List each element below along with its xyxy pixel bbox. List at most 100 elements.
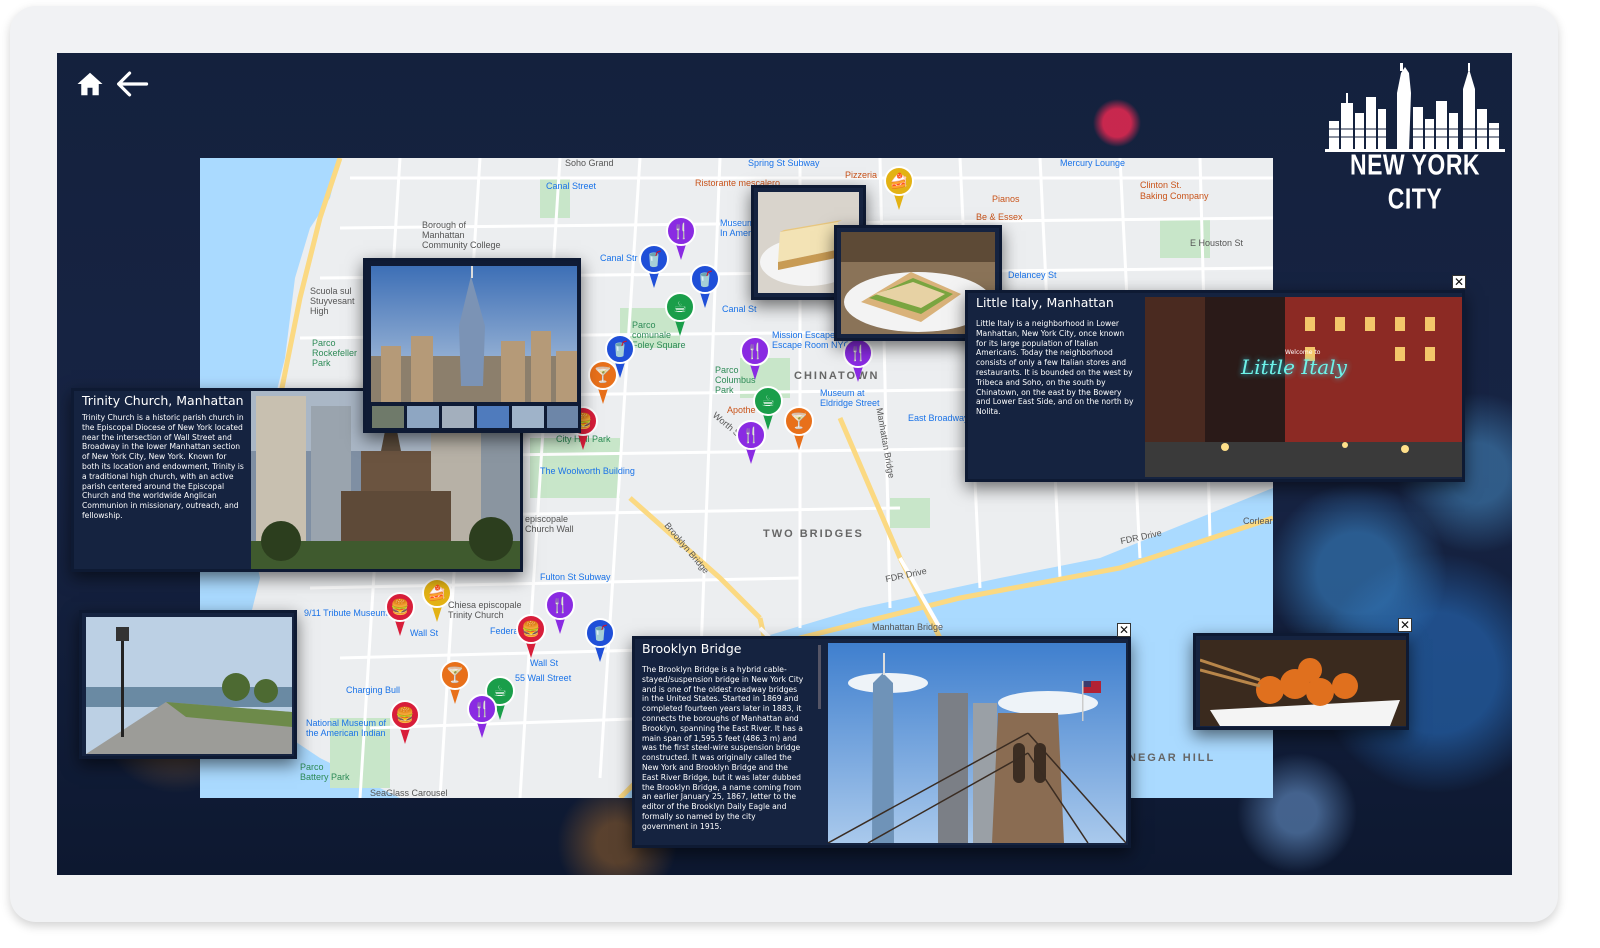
- pin-bar[interactable]: 🍸: [588, 360, 618, 406]
- map-label: Delancey St: [1008, 270, 1057, 280]
- burger-icon: 🍔: [395, 706, 415, 724]
- photo-thumbnail[interactable]: [371, 405, 405, 429]
- map-label: Manhattan Bridge: [872, 622, 944, 632]
- restaurant-icon: 🍴: [745, 342, 765, 360]
- dessert-icon: 🍰: [427, 584, 447, 602]
- map-label: Corlears Ho: [1243, 516, 1273, 526]
- map-label: Baking Company: [1140, 191, 1209, 201]
- restaurant-icon: 🍴: [472, 700, 492, 718]
- map-label: Scuola sul Stuyvesant High: [310, 286, 355, 316]
- restaurant-icon: 🍴: [671, 222, 691, 240]
- close-icon[interactable]: ✕: [1452, 275, 1466, 289]
- description-scrollbar[interactable]: [818, 645, 821, 709]
- dessert-icon: 🍰: [889, 172, 909, 190]
- cafe-icon: ☕: [761, 392, 775, 410]
- photo-thumbnail[interactable]: [476, 405, 510, 429]
- map-label: Spring St Subway: [748, 158, 820, 168]
- map-label: Be & Essex: [976, 212, 1023, 222]
- map-label: Canal Str: [600, 253, 638, 263]
- map-label: Mercury Lounge: [1060, 158, 1126, 168]
- arrow-left-icon[interactable]: [115, 69, 149, 103]
- home-icon[interactable]: [75, 69, 109, 103]
- pin-bar[interactable]: 🍸: [784, 406, 814, 452]
- pin-restaurant[interactable]: 🍴: [736, 420, 766, 466]
- battery-park-photo-panel[interactable]: [79, 610, 297, 759]
- pin-burger[interactable]: 🍔: [390, 700, 420, 746]
- close-icon[interactable]: ✕: [1398, 618, 1412, 632]
- panel-description: Little Italy is a neighborhood in Lower …: [976, 319, 1134, 417]
- pin-fastfood[interactable]: 🥤: [585, 618, 615, 664]
- map-label: 55 Wall Street: [515, 673, 572, 683]
- map-label: Charging Bull: [346, 685, 401, 695]
- pin-dessert[interactable]: 🍰: [884, 166, 914, 212]
- bar-icon: 🍸: [445, 666, 465, 684]
- little-italy-panel[interactable]: Little Italy, Manhattan Little Italy is …: [965, 290, 1465, 482]
- restaurant-icon: 🍴: [848, 344, 868, 362]
- pin-restaurant[interactable]: 🍴: [666, 216, 696, 262]
- map-label: Museum at Eldridge Street: [820, 388, 880, 408]
- restaurant-icon: 🍴: [550, 596, 570, 614]
- map-label: Pizzeria: [845, 170, 878, 180]
- panel-description: Trinity Church is a historic parish chur…: [82, 413, 244, 520]
- skyline-icon: [1325, 63, 1505, 152]
- map-label: Canal St: [722, 304, 757, 314]
- photo-thumbnail[interactable]: [546, 405, 578, 429]
- map-label: Soho Grand: [565, 158, 614, 168]
- pin-restaurant[interactable]: 🍴: [740, 336, 770, 382]
- little-italy-photo: Little Italy Welcome to: [1145, 297, 1462, 477]
- pin-bar[interactable]: 🍸: [440, 660, 470, 706]
- fastfood-icon: 🥤: [644, 250, 664, 268]
- pin-burger[interactable]: 🍔: [516, 614, 546, 660]
- map-label: Parco Rockefeller Park: [312, 338, 358, 368]
- pin-dessert[interactable]: 🍰: [422, 578, 452, 624]
- pin-fastfood[interactable]: 🥤: [639, 244, 669, 290]
- fastfood-icon: 🥤: [590, 624, 610, 642]
- photo-thumbnails: [371, 405, 578, 429]
- pin-restaurant[interactable]: 🍴: [545, 590, 575, 636]
- little-italy-sign-small: Welcome to: [1285, 349, 1321, 356]
- fastfood-icon: 🥤: [695, 270, 715, 288]
- panel-description: The Brooklyn Bridge is a hybrid cable-st…: [642, 665, 804, 831]
- orange-chicken-photo-panel[interactable]: [1193, 633, 1409, 730]
- panel-title: Trinity Church, Manhattan: [82, 393, 244, 408]
- one-world-trade-panel[interactable]: [363, 258, 581, 433]
- map-label: Fulton St Subway: [540, 572, 611, 582]
- pin-restaurant[interactable]: 🍴: [843, 338, 873, 384]
- brooklyn-bridge-panel[interactable]: Brooklyn Bridge The Brooklyn Bridge is a…: [632, 636, 1131, 848]
- bar-icon: 🍸: [593, 366, 613, 384]
- panel-title: Little Italy, Manhattan: [976, 295, 1114, 310]
- map-label: East Broadway: [908, 413, 969, 423]
- map-label: The Woolworth Building: [540, 466, 635, 476]
- map-label: 9/11 Tribute Museum: [304, 608, 388, 618]
- map-label: Borough of Manhattan Community College: [422, 220, 501, 250]
- app-screen: NEW YORK CITY Soho Grand Spring St Subwa…: [57, 53, 1512, 875]
- pin-cafe[interactable]: ☕: [665, 292, 695, 338]
- battery-park-photo: [86, 617, 292, 754]
- burger-icon: 🍔: [390, 598, 410, 616]
- photo-thumbnail[interactable]: [441, 405, 475, 429]
- map-label: E Houston St: [1190, 238, 1244, 248]
- map-label: National Museum of the American Indian: [306, 718, 387, 738]
- logo-title: NEW YORK CITY: [1349, 148, 1481, 215]
- map-label: TWO BRIDGES: [763, 528, 864, 540]
- pin-burger[interactable]: 🍔: [385, 592, 415, 638]
- pin-restaurant[interactable]: 🍴: [467, 694, 497, 740]
- map-label: SeaGlass Carousel: [370, 788, 448, 798]
- nyc-logo: NEW YORK CITY: [1325, 63, 1505, 215]
- photo-thumbnail[interactable]: [511, 405, 545, 429]
- close-icon[interactable]: ✕: [1117, 623, 1131, 637]
- map-label: Parco Battery Park: [300, 762, 350, 782]
- map-label: Apothe: [727, 405, 756, 415]
- burger-icon: 🍔: [521, 620, 541, 638]
- map-label: episcopale Church Wall: [525, 514, 574, 534]
- orange-chicken-photo: [1200, 640, 1406, 726]
- photo-thumbnail[interactable]: [406, 405, 440, 429]
- brooklyn-bridge-photo: [828, 643, 1126, 843]
- cafe-icon: ☕: [673, 298, 687, 316]
- bar-icon: 🍸: [789, 412, 809, 430]
- map-label: Clinton St.: [1140, 180, 1182, 190]
- one-world-trade-photo: [371, 266, 577, 402]
- restaurant-icon: 🍴: [741, 426, 761, 444]
- map-label: Pianos: [992, 194, 1020, 204]
- panel-title: Brooklyn Bridge: [642, 641, 742, 656]
